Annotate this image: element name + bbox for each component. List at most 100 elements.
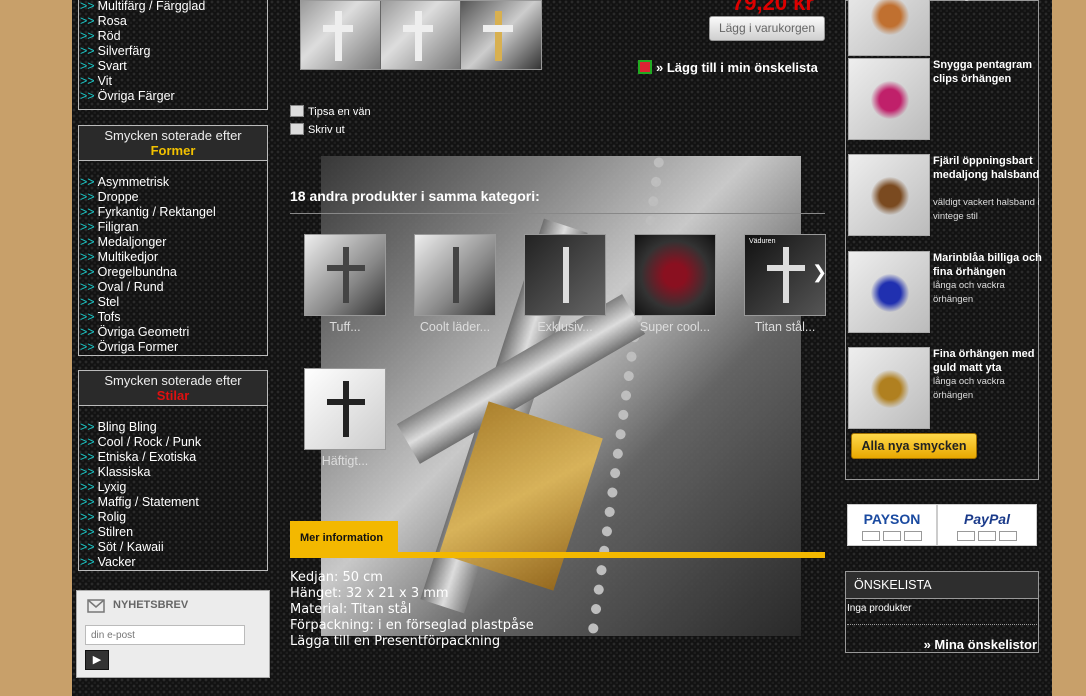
new-product-title[interactable]: Fjäril öppningsbart medaljong halsband — [933, 154, 1043, 182]
category-link[interactable]: >> Multifärg / Färgglad — [80, 0, 267, 14]
related-product-image[interactable] — [634, 234, 716, 316]
arrow-icon: >> — [80, 555, 95, 569]
category-link[interactable]: >> Övriga Former — [80, 340, 267, 355]
related-product-caption[interactable]: Super cool... — [634, 320, 716, 334]
new-product-image[interactable] — [848, 58, 930, 140]
category-link[interactable]: >> Övriga Geometri — [80, 325, 267, 340]
stilar-box-header: Smycken soterade efter Stilar — [79, 371, 267, 406]
my-wishlists-link[interactable]: » Mina önskelistor — [924, 637, 1037, 652]
newsletter-submit-button[interactable]: ▶ — [85, 650, 109, 670]
category-link[interactable]: >> Söt / Kawaii — [80, 540, 267, 555]
arrow-icon: >> — [80, 29, 95, 43]
add-to-cart-button[interactable]: Lägg i varukorgen — [709, 16, 825, 41]
related-product-caption[interactable]: Häftigt... — [304, 454, 386, 468]
new-product-title[interactable]: glittrande vackra örhängen — [933, 0, 1043, 2]
category-label: Etniska / Exotiska — [97, 450, 197, 464]
new-product-description: väldigt vackert halsband i vintege stil — [933, 197, 1040, 222]
tab-bar — [290, 552, 825, 558]
related-product[interactable]: Tuff... — [304, 234, 386, 334]
new-product-title[interactable]: Marinblåa billiga och fina örhängen — [933, 251, 1043, 279]
arrow-icon: >> — [80, 89, 95, 103]
tell-friend-link[interactable]: Tipsa en vän — [290, 105, 371, 118]
category-link[interactable]: >> Svart — [80, 59, 267, 74]
arrow-icon: >> — [80, 0, 95, 13]
new-product-image[interactable] — [848, 154, 930, 236]
category-link[interactable]: >> Oval / Rund — [80, 280, 267, 295]
category-link[interactable]: >> Övriga Färger — [80, 89, 267, 104]
newsletter-box: NYHETSBREV ▶ — [76, 590, 270, 678]
new-product-image[interactable] — [848, 251, 930, 333]
arrow-icon: >> — [80, 480, 95, 494]
category-link[interactable]: >> Asymmetrisk — [80, 175, 267, 190]
category-link[interactable]: >> Röd — [80, 29, 267, 44]
related-product[interactable]: Exklusiv... — [524, 234, 606, 334]
related-product-image[interactable] — [304, 234, 386, 316]
arrow-icon: >> — [80, 44, 95, 58]
carousel-next-arrow-icon[interactable]: ❯ — [812, 262, 827, 283]
product-thumbnails — [300, 0, 542, 70]
category-link[interactable]: >> Silverfärg — [80, 44, 267, 59]
category-link[interactable]: >> Stilren — [80, 525, 267, 540]
category-label: Klassiska — [97, 465, 151, 479]
arrow-icon: >> — [80, 525, 95, 539]
category-link[interactable]: >> Rolig — [80, 510, 267, 525]
category-link[interactable]: >> Droppe — [80, 190, 267, 205]
category-label: Söt / Kawaii — [97, 540, 164, 554]
category-link[interactable]: >> Tofs — [80, 310, 267, 325]
new-product-title[interactable]: Snygga pentagram clips örhängen — [933, 58, 1043, 86]
related-product[interactable]: Coolt läder... — [414, 234, 496, 334]
product-thumbnail[interactable] — [381, 1, 461, 69]
arrow-icon: >> — [80, 340, 95, 354]
related-product[interactable]: Väduren Titan stål... — [744, 234, 826, 334]
related-product-caption[interactable]: Coolt läder... — [414, 320, 496, 334]
new-product-image[interactable] — [848, 0, 930, 56]
arrow-icon: >> — [80, 325, 95, 339]
category-link[interactable]: >> Fyrkantig / Rektangel — [80, 205, 267, 220]
related-product-image[interactable] — [524, 234, 606, 316]
related-product-caption[interactable]: Titan stål... — [744, 320, 826, 334]
info-line: Lägga till en Presentförpackning — [290, 634, 501, 649]
related-product-image[interactable] — [414, 234, 496, 316]
category-link[interactable]: >> Etniska / Exotiska — [80, 450, 267, 465]
category-label: Silverfärg — [97, 44, 151, 58]
category-link[interactable]: >> Bling Bling — [80, 420, 267, 435]
category-label: Stilren — [97, 525, 134, 539]
new-product-image[interactable] — [848, 347, 930, 429]
category-link[interactable]: >> Cool / Rock / Punk — [80, 435, 267, 450]
add-to-wishlist-link[interactable]: » Lägg till i min önskelista — [638, 60, 818, 75]
related-product-image[interactable] — [304, 368, 386, 450]
product-thumbnail[interactable] — [301, 1, 381, 69]
category-link[interactable]: >> Oregelbundna — [80, 265, 267, 280]
category-link[interactable]: >> Filigran — [80, 220, 267, 235]
former-list: >> Asymmetrisk >> Droppe >> Fyrkantig / Rekta… — [79, 161, 267, 355]
all-new-jewelry-button[interactable]: Alla nya smycken — [851, 433, 977, 459]
print-link[interactable]: Skriv ut — [290, 123, 345, 136]
category-link[interactable]: >> Maffig / Statement — [80, 495, 267, 510]
new-product-title[interactable]: Fina örhängen med guld matt yta — [933, 347, 1043, 375]
category-link[interactable]: >> Vit — [80, 74, 267, 89]
product-info: Kedjan: 50 cm Hänget: 32 x 21 x 3 mm Mater… — [290, 570, 534, 650]
category-link[interactable]: >> Medaljonger — [80, 235, 267, 250]
related-product[interactable]: Super cool... — [634, 234, 716, 334]
category-link[interactable]: >> Multikedjor — [80, 250, 267, 265]
product-zoom-image — [321, 156, 801, 636]
category-label: Tofs — [97, 310, 121, 324]
related-products-title: 18 andra produkter i samma kategori: — [290, 188, 540, 204]
category-label: Övriga Former — [97, 340, 179, 354]
category-label: Svart — [97, 59, 127, 73]
related-product[interactable]: Häftigt... — [304, 368, 386, 468]
related-product-caption[interactable]: Exklusiv... — [524, 320, 606, 334]
related-product-caption[interactable]: Tuff... — [304, 320, 386, 334]
category-link[interactable]: >> Klassiska — [80, 465, 267, 480]
info-line: Material: Titan stål — [290, 602, 412, 617]
category-link[interactable]: >> Stel — [80, 295, 267, 310]
category-label: Bling Bling — [97, 420, 157, 434]
category-link[interactable]: >> Vacker — [80, 555, 267, 570]
category-link[interactable]: >> Rosa — [80, 14, 267, 29]
category-label: Oval / Rund — [97, 280, 164, 294]
payson-label: PAYSON — [863, 511, 921, 527]
newsletter-email-input[interactable] — [85, 625, 245, 645]
category-label: Röd — [97, 29, 121, 43]
product-thumbnail[interactable] — [461, 1, 541, 69]
category-link[interactable]: >> Lyxig — [80, 480, 267, 495]
